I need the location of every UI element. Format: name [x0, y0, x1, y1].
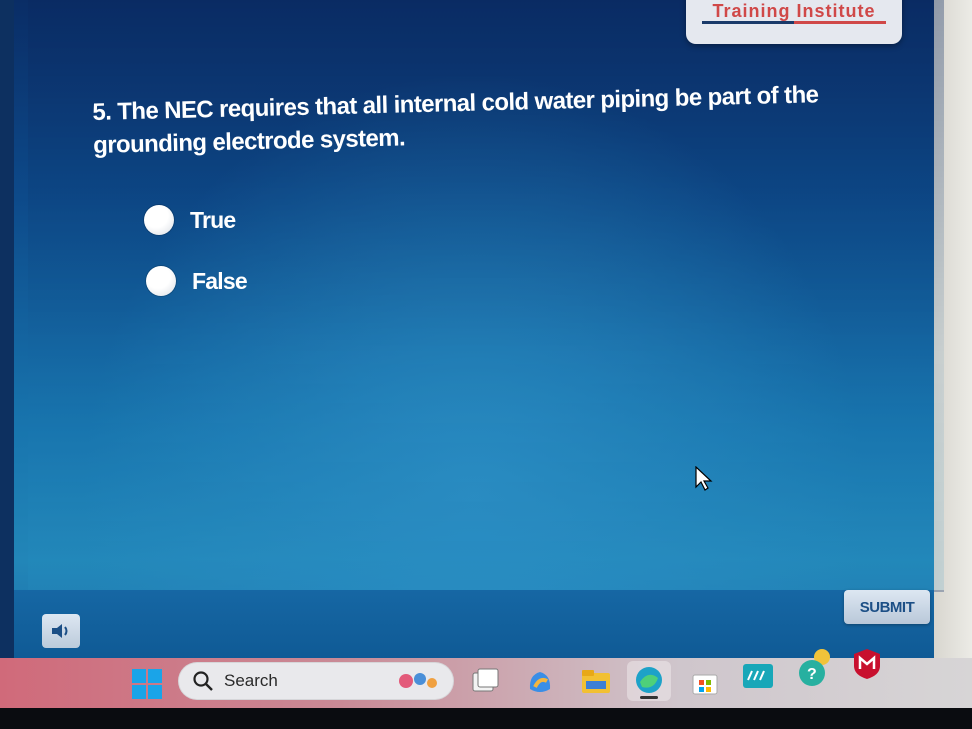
windows-start-icon[interactable]	[131, 668, 163, 705]
option-label-false: False	[192, 267, 248, 294]
svg-text:?: ?	[807, 666, 817, 683]
search-label: Search	[224, 671, 278, 690]
edge-icon[interactable]	[626, 660, 672, 707]
answer-option-true[interactable]: True	[144, 205, 236, 235]
answer-option-false[interactable]: False	[146, 266, 248, 296]
copilot-icon[interactable]	[525, 667, 555, 702]
radio-false[interactable]	[146, 266, 176, 296]
search-highlight-icon	[399, 673, 437, 688]
task-view-icon[interactable]	[470, 667, 500, 702]
brand-logo: Training Institute	[686, 0, 902, 44]
screen-bezel-bottom	[0, 708, 972, 729]
screen-bezel-left	[0, 0, 14, 660]
audio-button[interactable]	[42, 614, 80, 648]
quiz-slide: Training Institute 5. The NEC requires t…	[14, 0, 944, 660]
radio-true[interactable]	[144, 205, 174, 235]
help-icon[interactable]: ?	[796, 645, 836, 694]
mouse-cursor-icon	[695, 466, 713, 491]
mcafee-icon[interactable]	[852, 647, 882, 686]
brand-underline	[702, 21, 886, 24]
taskbar-search-input[interactable]: Search	[178, 662, 454, 700]
submit-button[interactable]: SUBMIT	[844, 590, 930, 624]
hp-icon[interactable]	[742, 662, 774, 697]
option-label-true: True	[190, 206, 236, 233]
store-icon[interactable]	[690, 667, 720, 702]
speaker-icon	[52, 624, 68, 638]
brand-name: Training Institute	[712, 1, 876, 21]
file-explorer-icon[interactable]	[580, 667, 612, 702]
search-icon	[193, 671, 213, 691]
